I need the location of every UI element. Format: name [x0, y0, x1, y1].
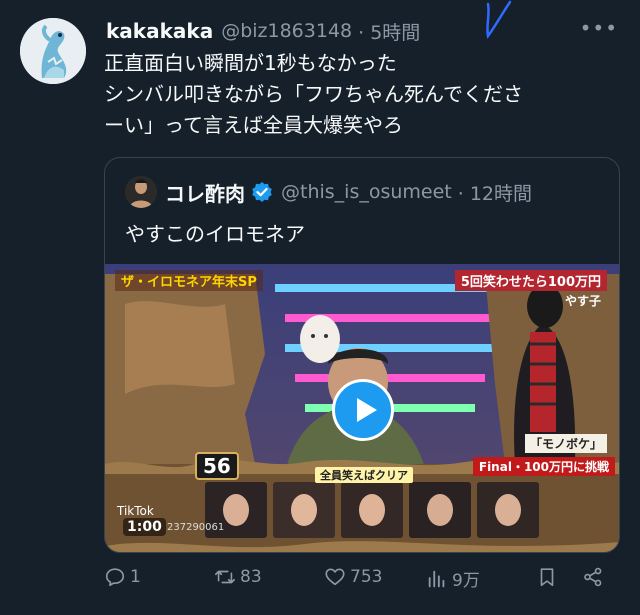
tweet-time[interactable]: · 5時間: [358, 18, 420, 45]
quoted-author-name[interactable]: コレ酢肉: [165, 178, 245, 207]
video-final-caption: Final・100万円に挑戦: [472, 457, 615, 476]
tweet-text-line: シンバル叩きながら「フワちゃん死んでくださ: [104, 82, 523, 106]
action-bar: 1 83 753 9万: [104, 566, 614, 600]
like-button[interactable]: 753: [324, 566, 382, 588]
quoted-tweet[interactable]: コレ酢肉 @this_is_osumeet · 12時間 やすこのイロモネア ザ…: [104, 157, 620, 553]
bookmark-icon: [540, 568, 554, 587]
video-player[interactable]: ザ・イロモネア年末SP 5回笑わせたら100万円 やす子 「モノボケ」 Fina…: [105, 264, 619, 552]
quoted-author-handle[interactable]: @this_is_osumeet: [281, 181, 452, 203]
quoted-avatar[interactable]: [125, 176, 157, 208]
more-icon[interactable]: •••: [580, 16, 618, 40]
heart-icon: [325, 568, 345, 586]
play-button[interactable]: [332, 379, 394, 441]
tweet-text-line: 正直面白い瞬間が1秒もなかった: [104, 51, 397, 75]
share-button[interactable]: [582, 566, 608, 588]
avatar[interactable]: [20, 18, 86, 84]
video-performer-caption: やす子: [564, 294, 601, 308]
author-name[interactable]: kakakaka: [106, 19, 213, 43]
tiktok-id: 237290061: [167, 522, 225, 533]
video-genre-caption: 「モノボケ」: [524, 434, 607, 453]
tiktok-watermark: TikTok: [117, 504, 154, 518]
tweet-text: 正直面白い瞬間が1秒もなかった シンバル叩きながら「フワちゃん死んでくださ ーい…: [104, 48, 624, 141]
pen-scribble-mark: [486, 0, 512, 39]
video-duration: 1:00: [123, 518, 166, 536]
tweet-header: kakakaka @biz1863148 · 5時間: [106, 16, 420, 46]
reply-button[interactable]: 1: [104, 566, 141, 588]
tweet-text-line: ーい」って言えば全員大爆笑やろ: [104, 113, 403, 137]
share-icon: [584, 567, 602, 587]
video-clear-caption: 全員笑えばクリア: [315, 467, 413, 483]
quoted-header: コレ酢肉 @this_is_osumeet · 12時間: [165, 176, 532, 208]
video-title-caption: ザ・イロモネア年末SP: [115, 270, 263, 291]
retweet-button[interactable]: 83: [214, 566, 262, 588]
reply-icon: [105, 568, 125, 587]
like-count: 753: [350, 567, 383, 587]
views-chart-icon: [428, 570, 445, 587]
video-prize-caption: 5回笑わせたら100万円: [454, 270, 607, 291]
retweet-count: 83: [240, 567, 262, 587]
quoted-time[interactable]: · 12時間: [458, 179, 532, 206]
views-count: 9万: [452, 571, 480, 591]
retweet-icon: [215, 570, 235, 584]
reply-count: 1: [130, 567, 141, 587]
quoted-avatar-image: [125, 176, 157, 208]
video-counter: 56: [195, 452, 239, 480]
avatar-image: [20, 18, 86, 84]
views-button[interactable]: 9万: [426, 566, 480, 591]
quoted-text: やすこのイロモネア: [125, 222, 305, 246]
bookmark-button[interactable]: [536, 566, 562, 588]
author-handle[interactable]: @biz1863148: [221, 20, 352, 42]
verified-badge-icon: [252, 182, 272, 202]
